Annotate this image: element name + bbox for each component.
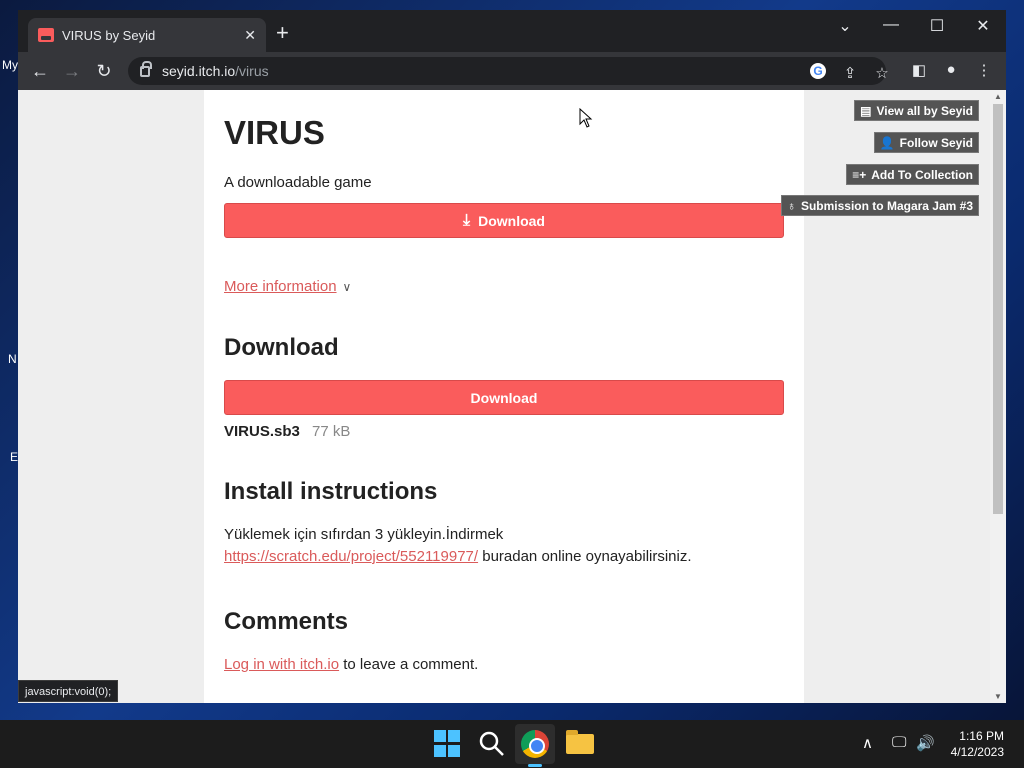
chrome-icon[interactable] xyxy=(521,730,549,758)
new-tab-button[interactable]: + xyxy=(276,22,289,44)
forward-arrow-icon[interactable]: → xyxy=(58,61,86,82)
submission-button[interactable]: ♁ Submission to Magara Jam #3 xyxy=(780,195,979,216)
file-name: VIRUS.sb3 xyxy=(224,423,300,440)
scroll-down-icon[interactable]: ▼ xyxy=(990,692,1006,701)
game-page-column: VIRUS A downloadable game ⤓ Download Mor… xyxy=(204,90,804,703)
view-all-button[interactable]: ▤ View all by Seyid xyxy=(854,100,979,121)
download-icon: ⤓ xyxy=(463,211,471,229)
store-icon: ▤ xyxy=(860,103,872,118)
side-panel-icon[interactable]: ◧ xyxy=(908,61,930,79)
scratch-project-link[interactable]: https://scratch.edu/project/552119977/ xyxy=(224,548,478,565)
file-row: VIRUS.sb3 77 kB xyxy=(224,423,784,440)
install-text: Yüklemek için sıfırdan 3 yükleyin.İndirm… xyxy=(224,524,784,568)
lock-icon xyxy=(140,60,152,77)
login-suffix: to leave a comment. xyxy=(339,656,479,673)
maximize-button[interactable]: ☐ xyxy=(922,16,952,36)
taskbar: ∧ 🖵 🔊 1:16 PM 4/12/2023 xyxy=(0,720,1024,768)
bookmark-star-icon[interactable]: ☆ xyxy=(872,64,892,82)
url-path: /virus xyxy=(235,63,269,79)
scroll-up-icon[interactable]: ▲ xyxy=(990,92,1006,101)
scroll-thumb[interactable] xyxy=(993,104,1003,514)
browser-tab[interactable]: VIRUS by Seyid ✕ xyxy=(28,18,266,52)
install-heading: Install instructions xyxy=(224,478,438,505)
network-icon[interactable]: 🖵 xyxy=(892,734,906,751)
status-bar: javascript:void(0); xyxy=(18,680,119,702)
download-heading: Download xyxy=(224,334,339,361)
add-user-icon: 👤 xyxy=(879,135,895,150)
install-line: Yüklemek için sıfırdan 3 yükleyin.İndirm… xyxy=(224,526,504,543)
game-tagline: A downloadable game xyxy=(224,174,372,191)
share-icon[interactable]: ⇪ xyxy=(840,64,860,82)
active-indicator xyxy=(528,764,542,767)
back-arrow-icon[interactable]: ← xyxy=(26,61,54,82)
reload-icon[interactable]: ↻ xyxy=(90,61,118,82)
file-explorer-icon[interactable] xyxy=(566,730,594,754)
top-download-button[interactable]: ⤓ Download xyxy=(224,203,784,238)
search-icon[interactable] xyxy=(478,730,506,758)
comments-heading: Comments xyxy=(224,608,349,635)
file-size: 77 kB xyxy=(312,423,351,440)
page-viewport: VIRUS A downloadable game ⤓ Download Mor… xyxy=(18,90,1006,703)
comment-login-text: Log in with itch.io to leave a comment. xyxy=(224,654,784,676)
clock-date: 4/12/2023 xyxy=(950,745,1004,759)
google-icon[interactable]: G xyxy=(810,63,826,79)
close-window-button[interactable]: ✕ xyxy=(968,16,998,36)
login-link[interactable]: Log in with itch.io xyxy=(224,656,339,673)
desktop-label: My xyxy=(2,58,18,72)
list-add-icon: ≡+ xyxy=(852,167,867,182)
browser-window: VIRUS by Seyid ✕ + ⌄ — ☐ ✕ ← → ↻ seyid.i… xyxy=(18,10,1006,703)
submission-label: Submission to Magara Jam #3 xyxy=(800,198,973,213)
minimize-button[interactable]: — xyxy=(876,16,906,34)
tab-title: VIRUS by Seyid xyxy=(62,27,156,43)
chevron-up-icon[interactable]: ∧ xyxy=(862,734,873,752)
system-clock[interactable]: 1:16 PM 4/12/2023 xyxy=(951,728,1004,760)
start-button[interactable] xyxy=(434,730,462,758)
add-to-collection-button[interactable]: ≡+ Add To Collection xyxy=(846,164,979,185)
install-line: buradan online oynayabilirsiniz. xyxy=(478,548,692,565)
itchio-favicon-icon xyxy=(38,28,54,42)
follow-button[interactable]: 👤 Follow Seyid xyxy=(873,132,979,153)
page-title: VIRUS xyxy=(224,114,325,151)
clock-time: 1:16 PM xyxy=(959,729,1004,743)
download-button[interactable]: Download xyxy=(224,380,784,415)
vertical-scrollbar[interactable]: ▲ ▼ xyxy=(990,90,1006,703)
title-bar: VIRUS by Seyid ✕ + ⌄ — ☐ ✕ xyxy=(18,10,1006,52)
download-label: Download xyxy=(470,389,538,406)
url-host: seyid.itch.io xyxy=(162,63,236,79)
top-download-label: Download xyxy=(478,212,545,229)
view-all-label: View all by Seyid xyxy=(876,103,974,118)
add-collection-label: Add To Collection xyxy=(871,167,973,182)
chevron-down-icon[interactable]: ∨ xyxy=(343,280,352,294)
follow-label: Follow Seyid xyxy=(899,135,973,150)
award-icon: ♁ xyxy=(786,198,796,213)
desktop-label: N xyxy=(8,352,17,366)
profile-icon[interactable]: ● xyxy=(940,61,962,78)
tab-close-icon[interactable]: ✕ xyxy=(244,27,256,44)
address-bar[interactable]: seyid.itch.io/virus G ⇪ ☆ xyxy=(128,57,889,85)
menu-dots-icon[interactable]: ⋮ xyxy=(973,61,995,79)
tab-search-icon[interactable]: ⌄ xyxy=(830,16,860,36)
more-information-link[interactable]: More information xyxy=(224,278,337,295)
browser-toolbar: ← → ↻ seyid.itch.io/virus G ⇪ ☆ ◧ ● ⋮ xyxy=(18,52,1006,90)
volume-icon[interactable]: 🔊 xyxy=(916,734,935,752)
desktop-label: E xyxy=(10,450,19,464)
